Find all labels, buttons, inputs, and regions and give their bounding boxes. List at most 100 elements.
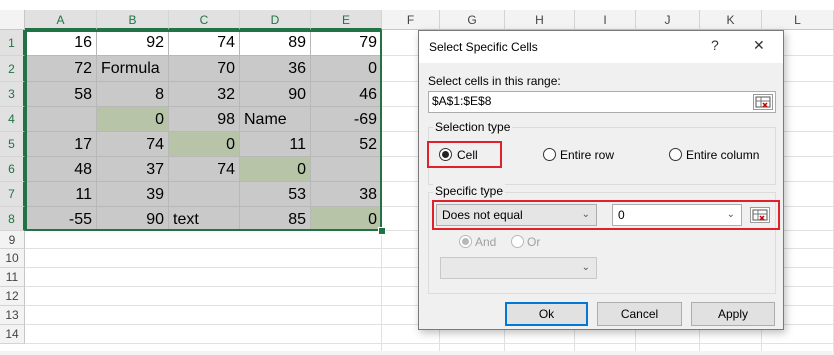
cell-e4[interactable]: -69 <box>311 107 382 132</box>
dialog-title: Select Specific Cells <box>429 40 538 54</box>
cell-c3[interactable]: 32 <box>169 82 240 107</box>
cell-e1[interactable]: 79 <box>311 30 382 56</box>
cell-e6[interactable] <box>311 157 382 182</box>
cell-d3[interactable]: 90 <box>240 82 311 107</box>
row-header-5[interactable]: 5 <box>0 132 25 157</box>
row-header-12[interactable]: 12 <box>0 287 25 306</box>
entire-row-radio[interactable] <box>543 148 556 161</box>
cell-e5[interactable]: 52 <box>311 132 382 157</box>
range-picker-icon[interactable] <box>753 94 773 110</box>
cell-c2[interactable]: 70 <box>169 56 240 82</box>
sheet-bottom-strip <box>0 351 834 355</box>
row-header-3[interactable]: 3 <box>0 82 25 107</box>
cell-a6[interactable]: 48 <box>25 157 97 182</box>
cell-d6[interactable]: 0 <box>240 157 311 182</box>
column-header-g[interactable]: G <box>440 10 505 30</box>
cell-e3[interactable]: 46 <box>311 82 382 107</box>
chevron-down-icon[interactable]: ⌄ <box>727 205 735 225</box>
cell-a1[interactable]: 16 <box>25 30 97 56</box>
cell-e7[interactable]: 38 <box>311 182 382 207</box>
select-all-corner[interactable] <box>0 10 25 30</box>
cell-d2[interactable]: 36 <box>240 56 311 82</box>
cell-b4[interactable]: 0 <box>97 107 169 132</box>
entire-column-label[interactable]: Entire column <box>686 148 759 162</box>
cell-c7[interactable] <box>169 182 240 207</box>
or-radio[interactable] <box>511 235 524 248</box>
condition-value: Does not equal <box>442 208 523 222</box>
value-picker-icon[interactable] <box>750 207 770 223</box>
cell-b5[interactable]: 74 <box>97 132 169 157</box>
close-button[interactable]: ✕ <box>753 37 765 54</box>
second-condition-dropdown[interactable]: ⌄ <box>440 257 597 279</box>
entire-column-radio[interactable] <box>669 148 682 161</box>
cell-radio-label[interactable]: Cell <box>457 148 478 162</box>
select-specific-cells-dialog: Select Specific Cells ? ✕ Select cells i… <box>418 30 784 330</box>
row-header-6[interactable]: 6 <box>0 157 25 182</box>
dialog-titlebar: Select Specific Cells ? ✕ <box>419 31 783 63</box>
column-header-a[interactable]: A <box>25 10 97 30</box>
row-header-2[interactable]: 2 <box>0 56 25 82</box>
row-header-14[interactable]: 14 <box>0 325 25 344</box>
cell-b6[interactable]: 37 <box>97 157 169 182</box>
entire-row-label[interactable]: Entire row <box>560 148 614 162</box>
column-header-b[interactable]: B <box>97 10 169 30</box>
condition-dropdown[interactable]: Does not equal ⌄ <box>436 204 597 226</box>
value-combo[interactable]: 0 ⌄ <box>612 204 742 226</box>
cell-e2[interactable]: 0 <box>311 56 382 82</box>
cell-d8[interactable]: 85 <box>240 207 311 231</box>
cell-c1[interactable]: 74 <box>169 30 240 56</box>
row-header-4[interactable]: 4 <box>0 107 25 132</box>
apply-button[interactable]: Apply <box>691 302 775 326</box>
selection-type-legend: Selection type <box>433 120 513 134</box>
column-header-l[interactable]: L <box>762 10 834 30</box>
column-header-f[interactable]: F <box>382 10 440 30</box>
cell-e8[interactable]: 0 <box>311 207 382 231</box>
cell-b1[interactable]: 92 <box>97 30 169 56</box>
cell-c5[interactable]: 0 <box>169 132 240 157</box>
row-header-7[interactable]: 7 <box>0 182 25 207</box>
cell-c4[interactable]: 98 <box>169 107 240 132</box>
or-label: Or <box>527 235 541 249</box>
row-header-8[interactable]: 8 <box>0 207 25 231</box>
column-header-c[interactable]: C <box>169 10 240 30</box>
ok-button[interactable]: Ok <box>505 302 588 326</box>
cell-radio[interactable] <box>439 148 452 161</box>
specific-type-legend: Specific type <box>433 184 506 198</box>
cell-d1[interactable]: 89 <box>240 30 311 56</box>
cell-d7[interactable]: 53 <box>240 182 311 207</box>
cell-a3[interactable]: 58 <box>25 82 97 107</box>
value-input[interactable]: 0 <box>618 208 625 222</box>
column-header-i[interactable]: I <box>575 10 636 30</box>
cell-a4[interactable] <box>25 107 97 132</box>
cell-b7[interactable]: 39 <box>97 182 169 207</box>
column-header-k[interactable]: K <box>700 10 762 30</box>
cell-c8[interactable]: text <box>169 207 240 231</box>
cell-b3[interactable]: 8 <box>97 82 169 107</box>
and-radio[interactable] <box>459 235 472 248</box>
row-header-11[interactable]: 11 <box>0 268 25 287</box>
column-header-e[interactable]: E <box>311 10 382 30</box>
cell-b8[interactable]: 90 <box>97 207 169 231</box>
column-header-d[interactable]: D <box>240 10 311 30</box>
cell-b2[interactable]: Formula <box>97 56 169 82</box>
cancel-button[interactable]: Cancel <box>597 302 682 326</box>
cell-d5[interactable]: 11 <box>240 132 311 157</box>
help-button[interactable]: ? <box>711 37 719 53</box>
row-header-1[interactable]: 1 <box>0 30 25 56</box>
cell-a5[interactable]: 17 <box>25 132 97 157</box>
range-input[interactable]: $A$1:$E$8 <box>428 91 776 113</box>
row-header-10[interactable]: 10 <box>0 249 25 268</box>
row-header-9[interactable]: 9 <box>0 231 25 249</box>
cell-a2[interactable]: 72 <box>25 56 97 82</box>
fill-handle[interactable] <box>378 227 386 235</box>
column-header-j[interactable]: J <box>636 10 700 30</box>
chevron-down-icon: ⌄ <box>581 209 590 220</box>
column-header-h[interactable]: H <box>505 10 575 30</box>
cell-a8[interactable]: -55 <box>25 207 97 231</box>
cell-a7[interactable]: 11 <box>25 182 97 207</box>
cell-d4[interactable]: Name <box>240 107 311 132</box>
chevron-down-icon: ⌄ <box>581 262 590 273</box>
row-header-13[interactable]: 13 <box>0 306 25 325</box>
cell-c6[interactable]: 74 <box>169 157 240 182</box>
and-label: And <box>475 235 497 249</box>
